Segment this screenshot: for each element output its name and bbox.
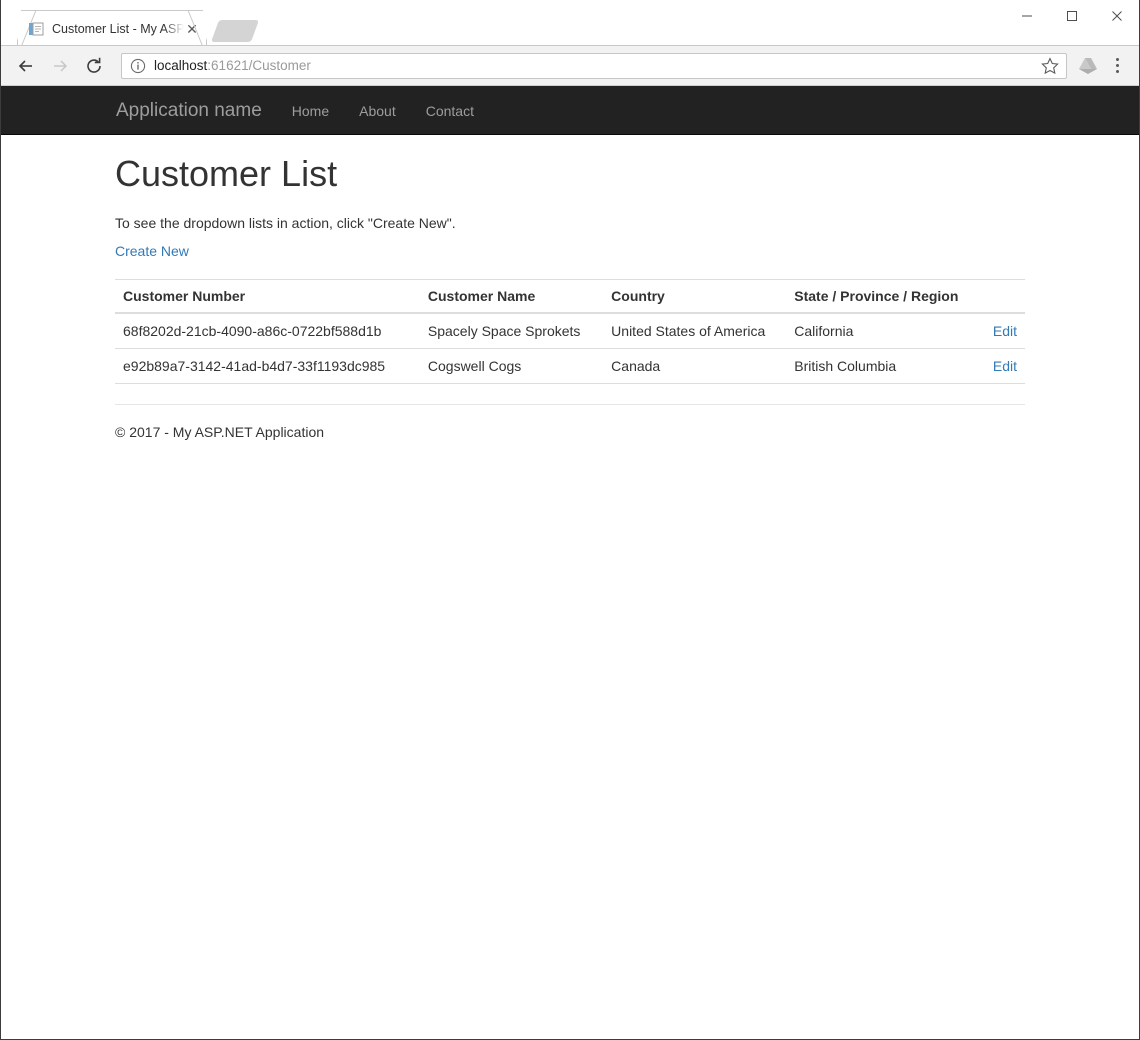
tab-strip: Customer List - My ASP.NET Application ✕ xyxy=(1,0,1139,47)
edit-link[interactable]: Edit xyxy=(993,358,1017,374)
menu-dot xyxy=(1115,70,1119,73)
maximize-window-button[interactable] xyxy=(1049,0,1094,32)
menu-dot xyxy=(1115,64,1119,67)
page-subtitle: To see the dropdown lists in action, cli… xyxy=(115,214,456,231)
column-header-region: State / Province / Region xyxy=(786,279,967,315)
table-row: 68f8202d-21cb-4090-a86c-0722bf588d1b Spa… xyxy=(115,313,1025,349)
tab-strip-divider xyxy=(1,45,1139,46)
three-dot-menu-icon[interactable] xyxy=(1103,51,1131,81)
column-header-country: Country xyxy=(603,279,787,315)
page-title: Customer List xyxy=(115,153,338,194)
browser-window: Customer List - My ASP.NET Application ✕ xyxy=(0,0,1140,1040)
cell-actions: Edit xyxy=(966,313,1025,349)
cell-region: California xyxy=(794,323,854,340)
cell-region: British Columbia xyxy=(786,348,967,385)
browser-toolbar: localhost:61621/Customer xyxy=(1,46,1139,86)
table-row: e92b89a7-3142-41ad-b4d7-33f1193dc985 Cog… xyxy=(115,348,1025,385)
nav-link-contact[interactable]: Contact xyxy=(411,87,489,136)
customer-table-head: Customer Number Customer Name Country St… xyxy=(115,279,1025,315)
back-button-icon[interactable] xyxy=(9,49,43,83)
page-viewport: Application name Home About Contact Cust… xyxy=(1,86,1139,1039)
customer-table: Customer Number Customer Name Country St… xyxy=(115,279,1025,385)
url-path: :61621/Customer xyxy=(207,58,311,73)
window-controls xyxy=(1004,0,1139,32)
navbar-inner: Application name Home About Contact xyxy=(100,86,1040,134)
cell-customer-number: 68f8202d-21cb-4090-a86c-0722bf588d1b xyxy=(123,323,382,340)
app-navbar: Application name Home About Contact xyxy=(1,86,1139,135)
edit-link[interactable]: Edit xyxy=(993,323,1017,339)
cell-actions: Edit xyxy=(966,348,1025,385)
customer-table-body: 68f8202d-21cb-4090-a86c-0722bf588d1b Spa… xyxy=(115,313,1025,385)
cell-country: Canada xyxy=(603,348,787,385)
cell-customer-name: Spacely Space Sprokets xyxy=(427,323,581,340)
column-header-actions xyxy=(966,279,1025,315)
reload-button-icon[interactable] xyxy=(77,49,111,83)
new-tab-button[interactable] xyxy=(210,20,260,42)
star-icon[interactable] xyxy=(1040,56,1060,76)
url-text: localhost:61621/Customer xyxy=(154,58,1036,73)
browser-tab-customer-list[interactable]: Customer List - My ASP.NET Application ✕ xyxy=(5,9,219,47)
forward-button-icon[interactable] xyxy=(43,49,77,83)
column-header-customer-name: Customer Name xyxy=(419,279,604,315)
page-container: Customer List To see the dropdown lists … xyxy=(100,154,1040,440)
document-favicon xyxy=(28,21,44,37)
minimize-window-button[interactable] xyxy=(1004,0,1049,32)
nav-link-about[interactable]: About xyxy=(344,87,411,136)
table-header-row: Customer Number Customer Name Country St… xyxy=(115,279,1025,315)
info-circle-icon[interactable] xyxy=(130,58,146,74)
cell-customer-number: e92b89a7-3142-41ad-b4d7-33f1193dc985 xyxy=(115,348,420,385)
cell-customer-name: Cogswell Cogs xyxy=(419,348,604,385)
create-new-link[interactable]: Create New xyxy=(115,243,189,259)
column-header-customer-number: Customer Number xyxy=(115,279,420,315)
footer-text: © 2017 - My ASP.NET Application xyxy=(115,424,325,441)
navbar-brand[interactable]: Application name xyxy=(101,86,277,135)
footer-divider xyxy=(115,404,1025,406)
cell-country: United States of America xyxy=(611,323,766,340)
nav-link-home[interactable]: Home xyxy=(277,87,344,136)
close-window-button[interactable] xyxy=(1094,0,1139,32)
browser-tab-title: Customer List - My ASP.NET Application xyxy=(52,21,184,36)
menu-dot xyxy=(1115,58,1119,61)
drive-icon[interactable] xyxy=(1073,51,1103,81)
address-bar[interactable]: localhost:61621/Customer xyxy=(121,52,1067,79)
url-host: localhost xyxy=(154,58,208,73)
